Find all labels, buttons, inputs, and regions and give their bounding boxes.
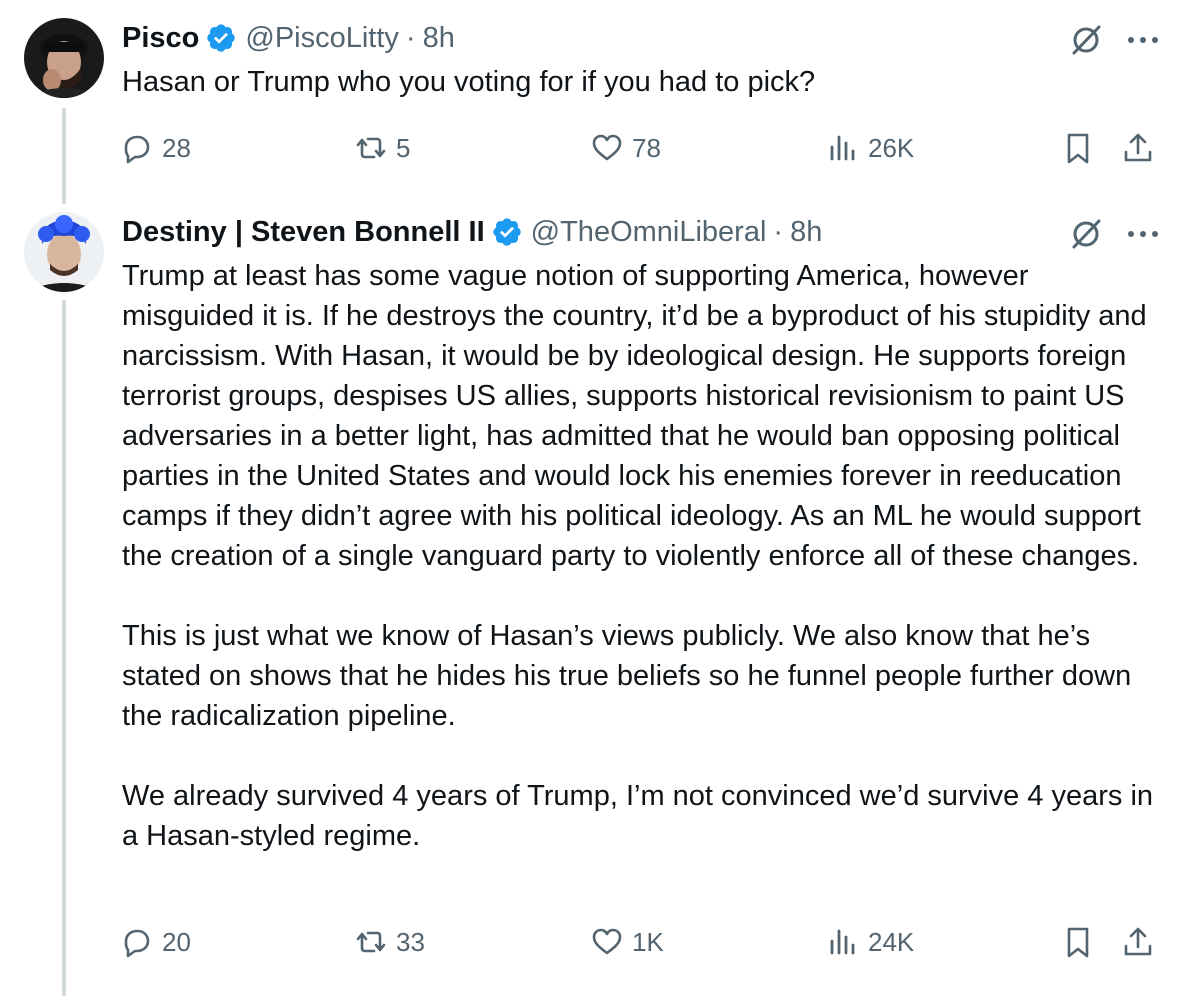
- separator-dot: ·: [405, 21, 416, 54]
- action-bar: 20 33 1K 24K: [120, 922, 1160, 962]
- handle[interactable]: @TheOmniLiberal: [531, 216, 767, 249]
- share-icon[interactable]: [1120, 924, 1156, 960]
- repost-count: 5: [396, 132, 411, 163]
- avatar[interactable]: [24, 212, 104, 292]
- tweet-pisco[interactable]: Pisco @PiscoLitty · 8h Hasan or Trump wh…: [0, 0, 1182, 200]
- bookmark-icon[interactable]: [1060, 130, 1096, 166]
- more-icon[interactable]: [1124, 216, 1162, 252]
- tweet-header: Destiny | Steven Bonnell II @TheOmniLibe…: [122, 212, 1182, 252]
- repost-button[interactable]: 33: [354, 922, 425, 962]
- like-icon: [592, 134, 622, 161]
- repost-button[interactable]: 5: [354, 128, 410, 168]
- repost-icon: [356, 931, 386, 953]
- separator-dot: ·: [773, 215, 784, 248]
- timestamp[interactable]: 8h: [790, 216, 822, 249]
- timestamp[interactable]: 8h: [423, 22, 455, 55]
- like-count: 1K: [632, 926, 664, 957]
- reply-icon: [124, 929, 150, 958]
- views-button[interactable]: 26K: [826, 128, 914, 168]
- bookmark-icon[interactable]: [1060, 924, 1096, 960]
- reply-button[interactable]: 20: [120, 922, 191, 962]
- repost-count: 33: [396, 926, 425, 957]
- like-count: 78: [632, 132, 661, 163]
- handle[interactable]: @PiscoLitty: [245, 22, 399, 55]
- views-button[interactable]: 24K: [826, 922, 914, 962]
- reply-count: 28: [162, 132, 191, 163]
- more-icon[interactable]: [1124, 22, 1162, 58]
- like-button[interactable]: 78: [590, 128, 661, 168]
- repost-icon: [356, 137, 386, 159]
- views-count: 26K: [868, 132, 915, 163]
- grok-icon[interactable]: [1068, 22, 1104, 58]
- views-icon: [830, 135, 855, 161]
- reply-icon: [124, 135, 150, 164]
- views-count: 24K: [868, 926, 915, 957]
- action-bar: 28 5 78 26K: [120, 128, 1160, 168]
- grok-icon[interactable]: [1068, 216, 1104, 252]
- verified-badge-icon: [491, 216, 523, 248]
- tweet-header: Pisco @PiscoLitty · 8h: [122, 18, 1182, 58]
- tweet-destiny[interactable]: Destiny | Steven Bonnell II @TheOmniLibe…: [0, 200, 1182, 996]
- views-icon: [830, 929, 855, 955]
- share-icon[interactable]: [1120, 130, 1156, 166]
- reply-count: 20: [162, 926, 191, 957]
- tweet-text: Trump at least has some vague notion of …: [122, 260, 1154, 852]
- like-button[interactable]: 1K: [590, 922, 664, 962]
- display-name[interactable]: Pisco: [122, 22, 199, 55]
- display-name[interactable]: Destiny | Steven Bonnell II: [122, 216, 485, 249]
- tweet-text: Hasan or Trump who you voting for if you…: [122, 66, 816, 98]
- verified-badge-icon: [205, 22, 237, 54]
- like-icon: [592, 928, 622, 955]
- avatar[interactable]: [24, 18, 104, 98]
- reply-button[interactable]: 28: [120, 128, 191, 168]
